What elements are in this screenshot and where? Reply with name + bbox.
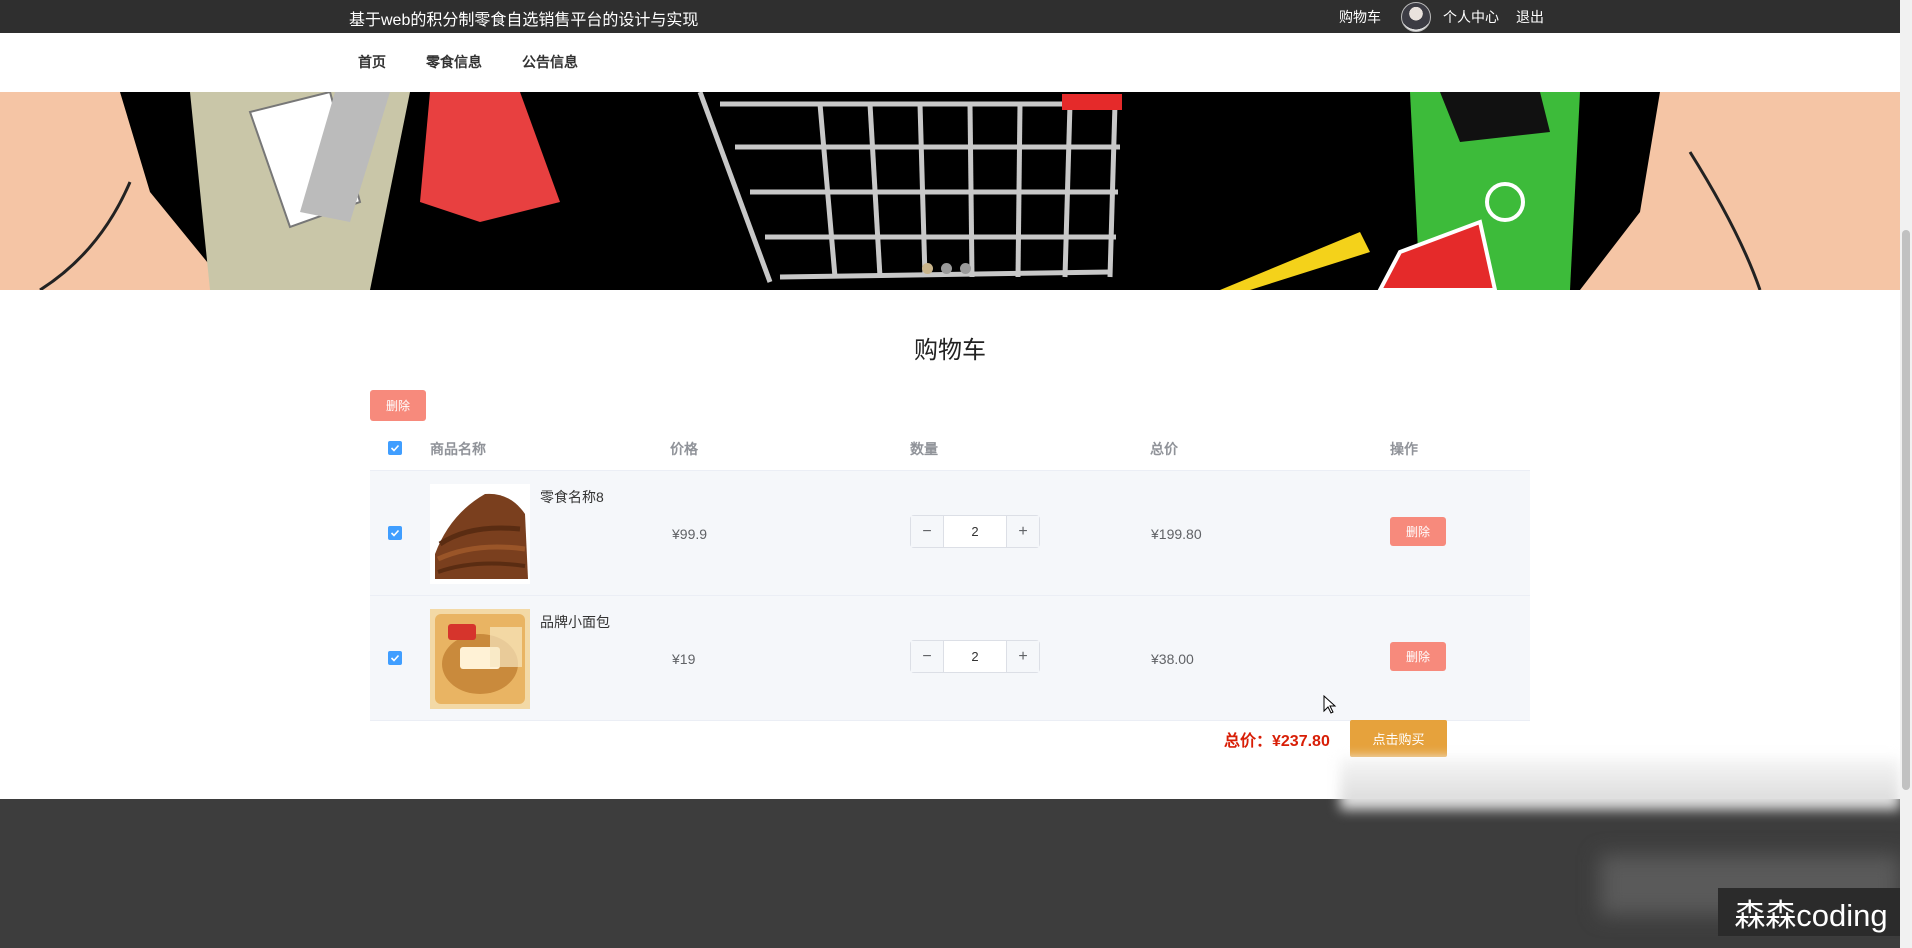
select-all-checkbox[interactable] (388, 441, 402, 455)
row-checkbox[interactable] (388, 526, 402, 540)
watermark: 森森coding (1718, 888, 1904, 936)
product-name[interactable]: 品牌小面包 (540, 612, 610, 632)
nav-item-notices[interactable]: 公告信息 (522, 52, 578, 72)
logout-link[interactable]: 退出 (1516, 7, 1544, 27)
banner-illustration (0, 92, 1900, 290)
scrollbar-thumb[interactable] (1902, 230, 1910, 790)
product-image[interactable] (430, 484, 530, 584)
row-total: ¥199.80 (1151, 526, 1202, 542)
carousel-dot[interactable] (941, 263, 952, 274)
col-header-name: 商品名称 (430, 441, 486, 457)
check-icon (390, 444, 400, 452)
cart-link[interactable]: 购物车 (1339, 7, 1381, 27)
table-row: 零食名称8 ¥99.9 − 2 + ¥199.80 删除 (370, 471, 1530, 596)
carousel-dot[interactable] (960, 263, 971, 274)
product-price: ¥99.9 (672, 526, 708, 542)
col-header-action: 操作 (1390, 441, 1418, 457)
delete-row-button[interactable]: 删除 (1390, 517, 1446, 546)
product-price: ¥19 (672, 651, 696, 667)
buy-button[interactable]: 点击购买 (1350, 720, 1447, 757)
grand-total: 总价：¥237.80 (1224, 733, 1330, 750)
row-checkbox[interactable] (388, 651, 402, 665)
check-icon (390, 654, 400, 662)
cart-table: 商品名称 价格 数量 总价 操作 零食名称8 ¥99.9 − 2 + ¥199.… (370, 426, 1530, 721)
bread-image (430, 609, 530, 709)
product-image[interactable] (430, 609, 530, 709)
table-header: 商品名称 价格 数量 总价 操作 (370, 426, 1530, 471)
jerky-image (430, 484, 530, 584)
carousel-dot[interactable] (922, 263, 933, 274)
nav-item-snacks[interactable]: 零食信息 (426, 52, 482, 72)
blurred-overlay (1340, 758, 1900, 810)
carousel-dots (922, 263, 971, 274)
check-icon (390, 529, 400, 537)
col-header-price: 价格 (670, 441, 698, 457)
top-links: 购物车 个人中心 退出 (1339, 0, 1544, 33)
main-nav: 首页 零食信息 公告信息 (0, 33, 1900, 93)
decrease-button[interactable]: − (911, 516, 944, 547)
avatar[interactable] (1401, 1, 1431, 32)
col-header-total: 总价 (1150, 441, 1178, 457)
col-header-quantity: 数量 (910, 441, 938, 457)
delete-selected-button[interactable]: 删除 (370, 390, 426, 421)
increase-button[interactable]: + (1006, 516, 1039, 547)
cart-title: 购物车 (914, 337, 986, 364)
quantity-input[interactable]: 2 (944, 516, 1006, 547)
product-name[interactable]: 零食名称8 (540, 487, 604, 507)
banner-carousel[interactable] (0, 92, 1900, 290)
increase-button[interactable]: + (1006, 641, 1039, 672)
quantity-input[interactable]: 2 (944, 641, 1006, 672)
top-bar: 基于web的积分制零食自选销售平台的设计与实现 购物车 个人中心 退出 (0, 0, 1900, 33)
site-title: 基于web的积分制零食自选销售平台的设计与实现 (349, 12, 699, 29)
row-total: ¥38.00 (1151, 651, 1194, 667)
nav-item-home[interactable]: 首页 (358, 52, 386, 72)
profile-link[interactable]: 个人中心 (1443, 7, 1499, 27)
table-row: 品牌小面包 ¥19 − 2 + ¥38.00 删除 (370, 596, 1530, 721)
mouse-cursor-icon (1323, 695, 1337, 714)
decrease-button[interactable]: − (911, 641, 944, 672)
quantity-stepper: − 2 + (910, 515, 1040, 548)
quantity-stepper: − 2 + (910, 640, 1040, 673)
delete-row-button[interactable]: 删除 (1390, 642, 1446, 671)
